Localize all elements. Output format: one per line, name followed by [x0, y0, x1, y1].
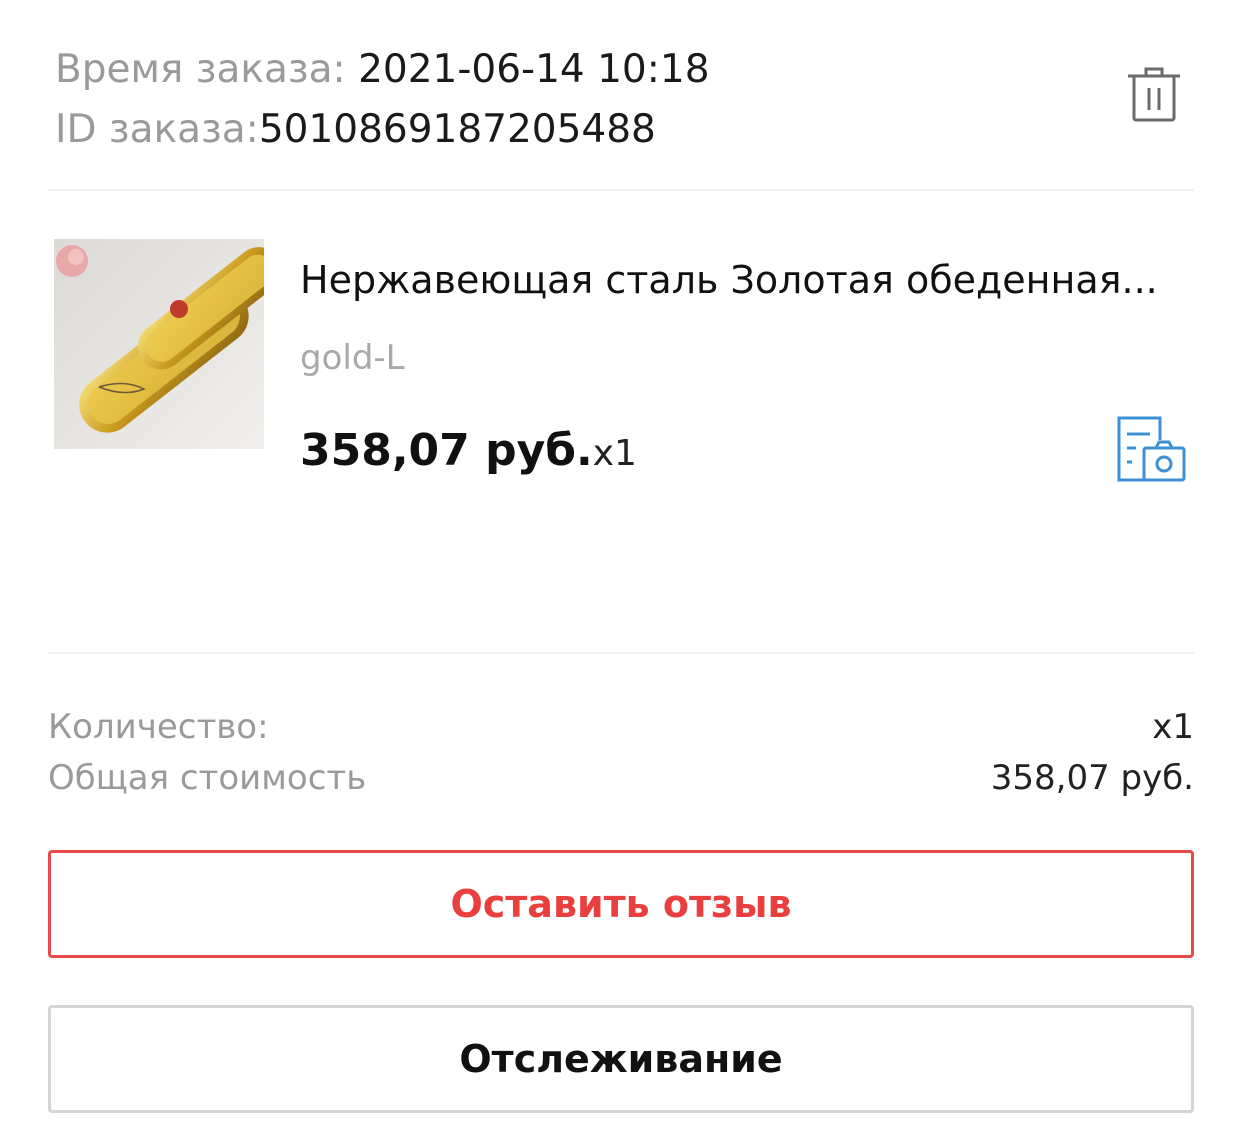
leave-review-button[interactable]: Оставить отзыв: [48, 850, 1194, 958]
product-qty: x1: [592, 433, 637, 474]
trash-icon[interactable]: [1124, 64, 1184, 124]
quantity-label: Количество:: [48, 707, 269, 747]
photo-document-icon[interactable]: [1114, 414, 1188, 484]
product-sku: gold-L: [300, 338, 405, 378]
order-meta: Время заказа: 2021-06-14 10:18 ID заказа…: [55, 40, 710, 160]
product-title[interactable]: Нержавеющая сталь Золотая обеденная...: [300, 252, 1180, 308]
total-value: 358,07 руб.: [990, 758, 1194, 798]
tracking-button[interactable]: Отслеживание: [48, 1005, 1194, 1113]
quantity-value: x1: [1152, 707, 1194, 747]
order-time-value: 2021-06-14 10:18: [358, 47, 710, 92]
price-row: 358,07 руб.x1: [300, 420, 637, 491]
total-label: Общая стоимость: [48, 758, 367, 798]
product-image[interactable]: [54, 239, 264, 449]
divider: [48, 652, 1194, 654]
order-id-row: ID заказа:5010869187205488: [55, 100, 710, 160]
order-time-label: Время заказа:: [55, 47, 359, 92]
product-price: 358,07 руб.: [300, 425, 593, 476]
order-id-value: 5010869187205488: [258, 107, 656, 152]
order-time-row: Время заказа: 2021-06-14 10:18: [55, 40, 710, 100]
divider: [48, 189, 1194, 191]
order-id-label: ID заказа:: [55, 107, 259, 152]
